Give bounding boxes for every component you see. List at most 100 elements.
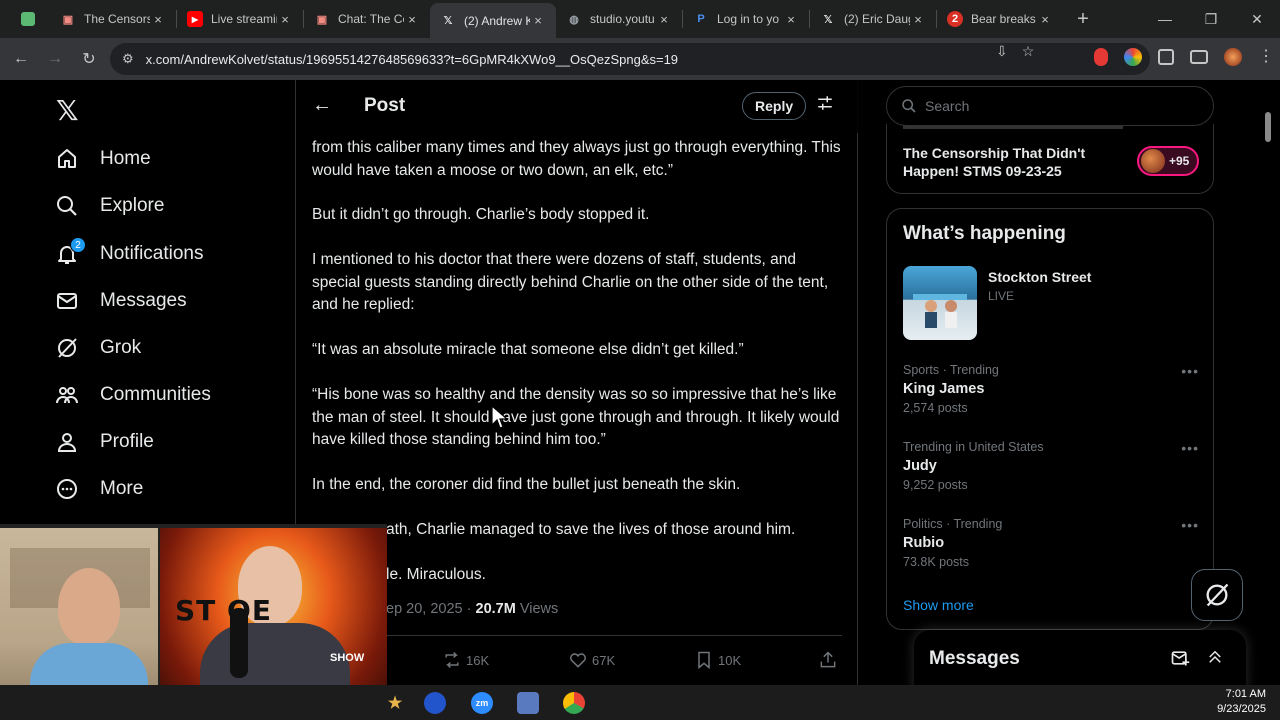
extension-red-icon[interactable]: [1094, 48, 1108, 66]
close-window-icon[interactable]: ✕: [1234, 11, 1280, 28]
globe-icon: ◍: [569, 13, 579, 26]
close-icon[interactable]: ×: [404, 12, 420, 27]
taskbar-app-icon[interactable]: [517, 692, 539, 714]
chrome-icon[interactable]: [563, 692, 585, 714]
back-arrow-icon[interactable]: ←: [312, 94, 332, 117]
paypal-icon: P: [697, 13, 705, 25]
new-message-icon[interactable]: [1170, 648, 1190, 673]
zoom-icon[interactable]: zm: [471, 692, 493, 714]
trend-item[interactable]: Sports · Trending King James 2,574 posts…: [903, 363, 1199, 415]
tab-group-icon[interactable]: [18, 0, 38, 38]
sidebar-icon[interactable]: [1190, 50, 1208, 64]
page-title: Post: [364, 95, 406, 116]
address-bar[interactable]: ⚙ x.com/AndrewKolvet/status/196955142764…: [110, 43, 1150, 75]
chevron-up-icon[interactable]: [1206, 648, 1224, 671]
more-dots-icon[interactable]: •••: [1181, 363, 1199, 379]
trend-category: Sports · Trending: [903, 363, 999, 377]
tab-bear-breaks[interactable]: 2 Bear breaks ×: [937, 3, 1063, 35]
more-dots-icon[interactable]: •••: [1181, 517, 1199, 533]
reload-icon[interactable]: ↻: [72, 49, 106, 69]
nav-home[interactable]: Home: [54, 137, 151, 181]
nav-grok[interactable]: Grok: [54, 326, 141, 370]
show-more-link[interactable]: Show more: [903, 597, 974, 613]
tab-login[interactable]: P Log in to yo ×: [683, 3, 809, 35]
url-text[interactable]: x.com/AndrewKolvet/status/19695514276485…: [146, 52, 678, 67]
nav-more[interactable]: More: [54, 467, 143, 511]
close-icon[interactable]: ×: [783, 12, 799, 27]
site-info-icon[interactable]: ⚙: [122, 51, 134, 67]
post-date[interactable]: ep 20, 2025: [386, 601, 463, 617]
close-icon[interactable]: ×: [150, 12, 166, 27]
close-icon[interactable]: ×: [277, 12, 293, 27]
live-title[interactable]: Stockton Street: [988, 269, 1091, 285]
minimize-icon[interactable]: —: [1142, 11, 1188, 27]
menu-kebab-icon[interactable]: ⋮: [1258, 48, 1274, 66]
extension-multicolor-icon[interactable]: [1124, 48, 1142, 66]
taskbar-app-icon[interactable]: [424, 692, 446, 714]
reply-button[interactable]: Reply: [742, 92, 807, 120]
restore-icon[interactable]: ❐: [1188, 11, 1234, 28]
search-input[interactable]: Search: [886, 86, 1214, 126]
x-logo-icon[interactable]: 𝕏: [56, 94, 79, 127]
whats-happening-card: What’s happening Stockton Street LIVE Sp…: [886, 208, 1214, 630]
tab-title: Live streamin: [211, 12, 277, 26]
nav-communities[interactable]: Communities: [54, 373, 211, 417]
messages-drawer[interactable]: Messages: [914, 630, 1246, 685]
grok-icon: [1206, 583, 1229, 607]
profile-avatar[interactable]: [1224, 48, 1242, 66]
nav-notifications[interactable]: 2 Notifications: [54, 232, 204, 276]
tab-title: Log in to yo: [717, 12, 780, 26]
tab-eric-daugherty[interactable]: 𝕏 (2) Eric Daug ×: [810, 3, 936, 35]
trend-item[interactable]: Trending in United States Judy 9,252 pos…: [903, 440, 1199, 492]
back-icon[interactable]: ←: [4, 50, 38, 68]
tab-andrew-kolvet[interactable]: 𝕏 (2) Andrew K ×: [430, 3, 556, 38]
new-tab-button[interactable]: +: [1069, 5, 1097, 33]
taskbar-app-icon[interactable]: ★: [384, 692, 406, 714]
tab-chat[interactable]: ▣ Chat: The Ce ×: [304, 3, 430, 35]
space-title[interactable]: The Censorship That Didn't Happen! STMS …: [903, 144, 1113, 180]
close-icon[interactable]: ×: [530, 13, 546, 28]
clock-date: 9/23/2025: [1217, 703, 1266, 715]
bookmark-button[interactable]: 10K: [694, 650, 741, 670]
like-button[interactable]: 67K: [568, 650, 615, 670]
space-card[interactable]: The Censorship That Didn't Happen! STMS …: [886, 124, 1214, 194]
live-thumbnail[interactable]: [903, 266, 977, 340]
share-button[interactable]: [818, 650, 842, 670]
install-app-icon[interactable]: ⇩: [996, 43, 1008, 60]
extensions-puzzle-icon[interactable]: [1158, 49, 1174, 65]
forward-icon[interactable]: →: [38, 50, 72, 68]
close-icon[interactable]: ×: [656, 12, 672, 27]
person-head: [58, 568, 120, 646]
close-icon[interactable]: ×: [910, 12, 926, 27]
repost-count: 16K: [466, 652, 490, 668]
tab-live-streaming[interactable]: ▶ Live streamin ×: [177, 3, 303, 35]
grok-fab-button[interactable]: [1191, 569, 1243, 621]
trend-item[interactable]: Politics · Trending Rubio 73.8K posts ••…: [903, 517, 1199, 569]
communities-icon: [54, 382, 80, 408]
system-clock[interactable]: 7:01 AM 9/23/2025: [1217, 687, 1266, 717]
nav-profile[interactable]: Profile: [54, 420, 154, 464]
page-scrollbar[interactable]: [1262, 80, 1274, 685]
space-listeners[interactable]: +95: [1137, 146, 1199, 176]
tab-title: The Censors: [84, 12, 150, 26]
tab-censors[interactable]: ▣ The Censors ×: [50, 3, 176, 35]
close-icon[interactable]: ×: [1037, 12, 1053, 27]
mail-icon: [54, 288, 80, 314]
heart-icon: [570, 653, 586, 668]
trend-count: 2,574 posts: [903, 401, 968, 415]
search-icon: [902, 99, 916, 113]
extensions-area: ⋮: [1094, 48, 1274, 66]
tab-studio-youtube[interactable]: ◍ studio.youtu ×: [556, 3, 682, 35]
scrollbar-thumb[interactable]: [1265, 112, 1271, 142]
repost-button[interactable]: 16K: [442, 650, 489, 670]
post-paragraph: In the end, the coroner did find the bul…: [312, 476, 741, 493]
nav-explore[interactable]: Explore: [54, 184, 164, 228]
bookmark-star-icon[interactable]: ☆: [1022, 43, 1035, 60]
bookmark-count: 10K: [718, 652, 742, 668]
overlay-logo-text: ST OE: [175, 594, 272, 627]
youtube-studio-icon: ▣: [62, 13, 74, 26]
more-dots-icon[interactable]: •••: [1181, 440, 1199, 456]
trend-category: Politics · Trending: [903, 517, 1003, 531]
tune-icon[interactable]: [816, 94, 834, 117]
nav-messages[interactable]: Messages: [54, 279, 187, 323]
